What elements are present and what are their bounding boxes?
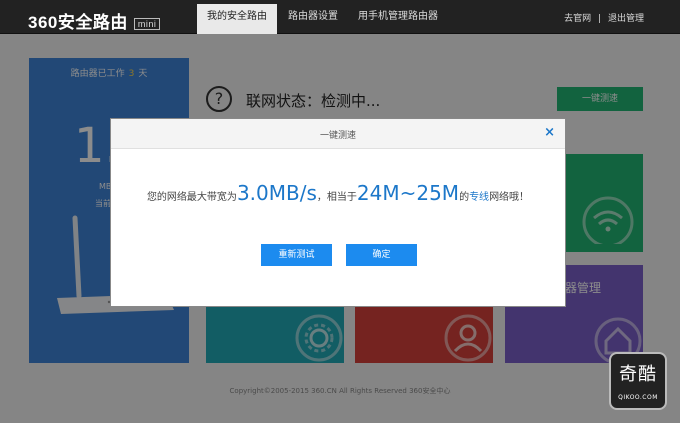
app-logo[interactable]: 360安全路由 mini xyxy=(28,8,161,33)
equivalent-value: 24M~25M xyxy=(356,181,460,205)
speed-test-dialog: 一键测速 × 您的网络最大带宽为3.0MB/s，相当于24M~25M的专线网络哦… xyxy=(110,118,566,307)
dialog-header: 一键测速 × xyxy=(111,119,565,149)
tab-router-settings[interactable]: 路由器设置 xyxy=(278,4,348,34)
line-type: 专线 xyxy=(469,192,490,203)
dialog-title: 一键测速 xyxy=(319,131,356,141)
speed-result-message: 您的网络最大带宽为3.0MB/s，相当于24M~25M的专线网络哦！ xyxy=(111,181,565,205)
logout-link[interactable]: 退出管理 xyxy=(608,14,644,24)
watermark-url: QIKOO.COM xyxy=(618,394,658,401)
confirm-button[interactable]: 确定 xyxy=(346,244,417,266)
top-bar: 360安全路由 mini 我的安全路由 路由器设置 用手机管理路由器 去官网 | … xyxy=(0,0,680,34)
official-site-link[interactable]: 去官网 xyxy=(564,14,591,24)
watermark-logo: 奇酷 QIKOO.COM xyxy=(609,352,667,410)
msg-part-1: 您的网络最大带宽为 xyxy=(146,192,237,203)
tab-my-router[interactable]: 我的安全路由 xyxy=(197,4,277,34)
msg-part-4: 网络哦！ xyxy=(489,192,530,203)
msg-part-3: 的 xyxy=(459,192,470,203)
msg-part-2: ，相当于 xyxy=(316,192,357,203)
logo-text: 360安全路由 xyxy=(28,13,128,32)
logo-badge: mini xyxy=(133,17,161,30)
watermark-title: 奇酷 xyxy=(619,364,657,385)
link-separator: | xyxy=(598,14,602,24)
bandwidth-value: 3.0MB/s xyxy=(236,181,317,205)
top-links: 去官网 | 退出管理 xyxy=(564,11,644,24)
close-icon[interactable]: × xyxy=(544,125,555,140)
retest-button[interactable]: 重新测试 xyxy=(261,244,332,266)
tab-mobile-manage[interactable]: 用手机管理路由器 xyxy=(348,4,448,34)
